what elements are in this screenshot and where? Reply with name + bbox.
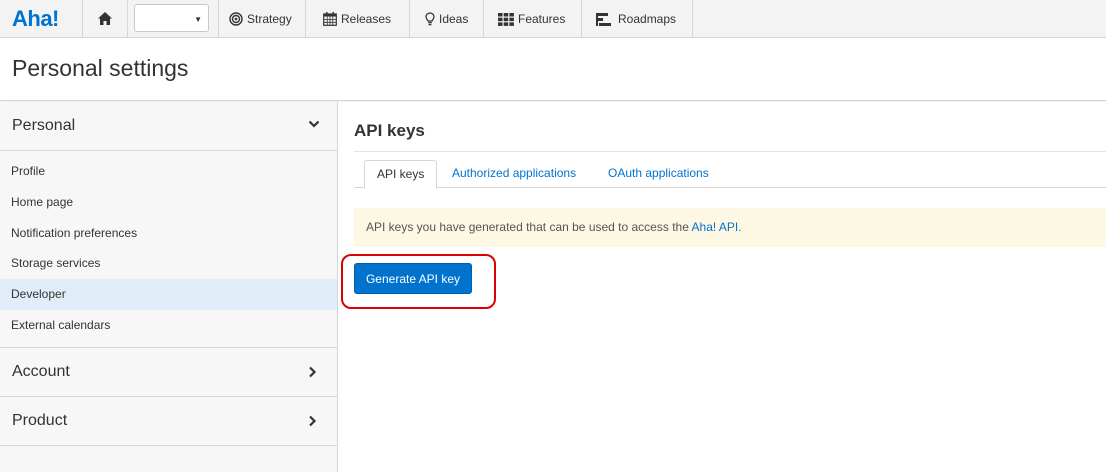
logo-text: Aha!: [12, 6, 59, 31]
sidebar-section-label: Personal: [12, 117, 76, 134]
sidebar-section-label: Product: [12, 412, 68, 429]
nav-strategy-label: Strategy: [247, 12, 292, 26]
notice-suffix: .: [738, 220, 742, 234]
sidebar-item-storage-services[interactable]: Storage services: [0, 248, 337, 279]
sidebar-section-account[interactable]: Account: [0, 347, 337, 397]
grid-icon: [498, 12, 514, 26]
tab-oauth-applications[interactable]: OAuth applications: [596, 160, 721, 188]
sidebar-section-label: Account: [12, 363, 70, 380]
sidebar-item-label: Profile: [11, 164, 46, 178]
target-icon: [229, 12, 243, 26]
nav-roadmaps-label: Roadmaps: [618, 12, 677, 26]
nav-ideas-label: Ideas: [439, 12, 469, 26]
section-title: API keys: [354, 121, 425, 140]
chevron-right-icon: [309, 366, 317, 378]
sidebar-item-label: Developer: [11, 287, 66, 302]
tab-authorized-applications[interactable]: Authorized applications: [440, 160, 588, 188]
calendar-icon: [323, 12, 337, 26]
nav-releases-label: Releases: [341, 12, 392, 26]
generate-api-key-button[interactable]: Generate API key: [354, 263, 472, 294]
chevron-right-icon: [309, 415, 317, 427]
aha-api-link[interactable]: Aha! API: [692, 220, 739, 234]
lightbulb-icon: [425, 12, 435, 26]
roadmap-icon: [596, 12, 611, 26]
sidebar-section-personal[interactable]: Personal: [0, 102, 337, 151]
home-icon: [98, 12, 112, 25]
nav-releases[interactable]: Releases: [306, 0, 410, 38]
sidebar-item-developer[interactable]: Developer: [0, 279, 337, 310]
page-header: Personal settings: [0, 39, 1106, 101]
top-nav: Aha! ▼ Strategy Releases Ideas Features …: [0, 0, 1106, 38]
sidebar-section-product[interactable]: Product: [0, 397, 337, 446]
personal-menu: Profile Home page Notification preferenc…: [0, 156, 337, 341]
sidebar-item-label: Notification preferences: [11, 225, 138, 240]
settings-sidebar: Personal Profile Home page Notification …: [0, 102, 338, 472]
sidebar-item-label: Home page: [11, 194, 74, 209]
sidebar-item-external-calendars[interactable]: External calendars: [0, 310, 337, 341]
page-title: Personal settings: [12, 55, 189, 81]
sidebar-item-label: External calendars: [11, 317, 111, 332]
caret-down-icon: ▼: [194, 15, 202, 24]
nav-ideas[interactable]: Ideas: [410, 0, 484, 38]
tab-label: Authorized applications: [452, 166, 577, 180]
home-button[interactable]: [83, 0, 128, 38]
nav-strategy[interactable]: Strategy: [218, 0, 306, 38]
workspace-select[interactable]: ▼: [134, 4, 209, 32]
nav-roadmaps[interactable]: Roadmaps: [582, 0, 693, 38]
chevron-down-icon: [308, 120, 320, 128]
sidebar-item-notification-preferences[interactable]: Notification preferences: [0, 218, 337, 249]
main-content: API keys API keys Authorized application…: [339, 102, 1106, 472]
title-divider: [354, 151, 1106, 152]
sidebar-item-profile[interactable]: Profile: [0, 156, 337, 187]
tab-api-keys[interactable]: API keys: [364, 160, 438, 189]
sidebar-item-label: Storage services: [11, 256, 101, 271]
nav-features[interactable]: Features: [484, 0, 582, 38]
api-keys-notice: API keys you have generated that can be …: [354, 208, 1106, 247]
api-tabs: API keys Authorized applications OAuth a…: [354, 160, 1106, 189]
tab-label: API keys: [377, 167, 425, 181]
nav-features-label: Features: [518, 12, 566, 26]
tab-label: OAuth applications: [608, 166, 709, 180]
notice-text: API keys you have generated that can be …: [366, 220, 692, 234]
sidebar-item-home-page[interactable]: Home page: [0, 187, 337, 218]
aha-logo[interactable]: Aha!: [0, 0, 83, 38]
